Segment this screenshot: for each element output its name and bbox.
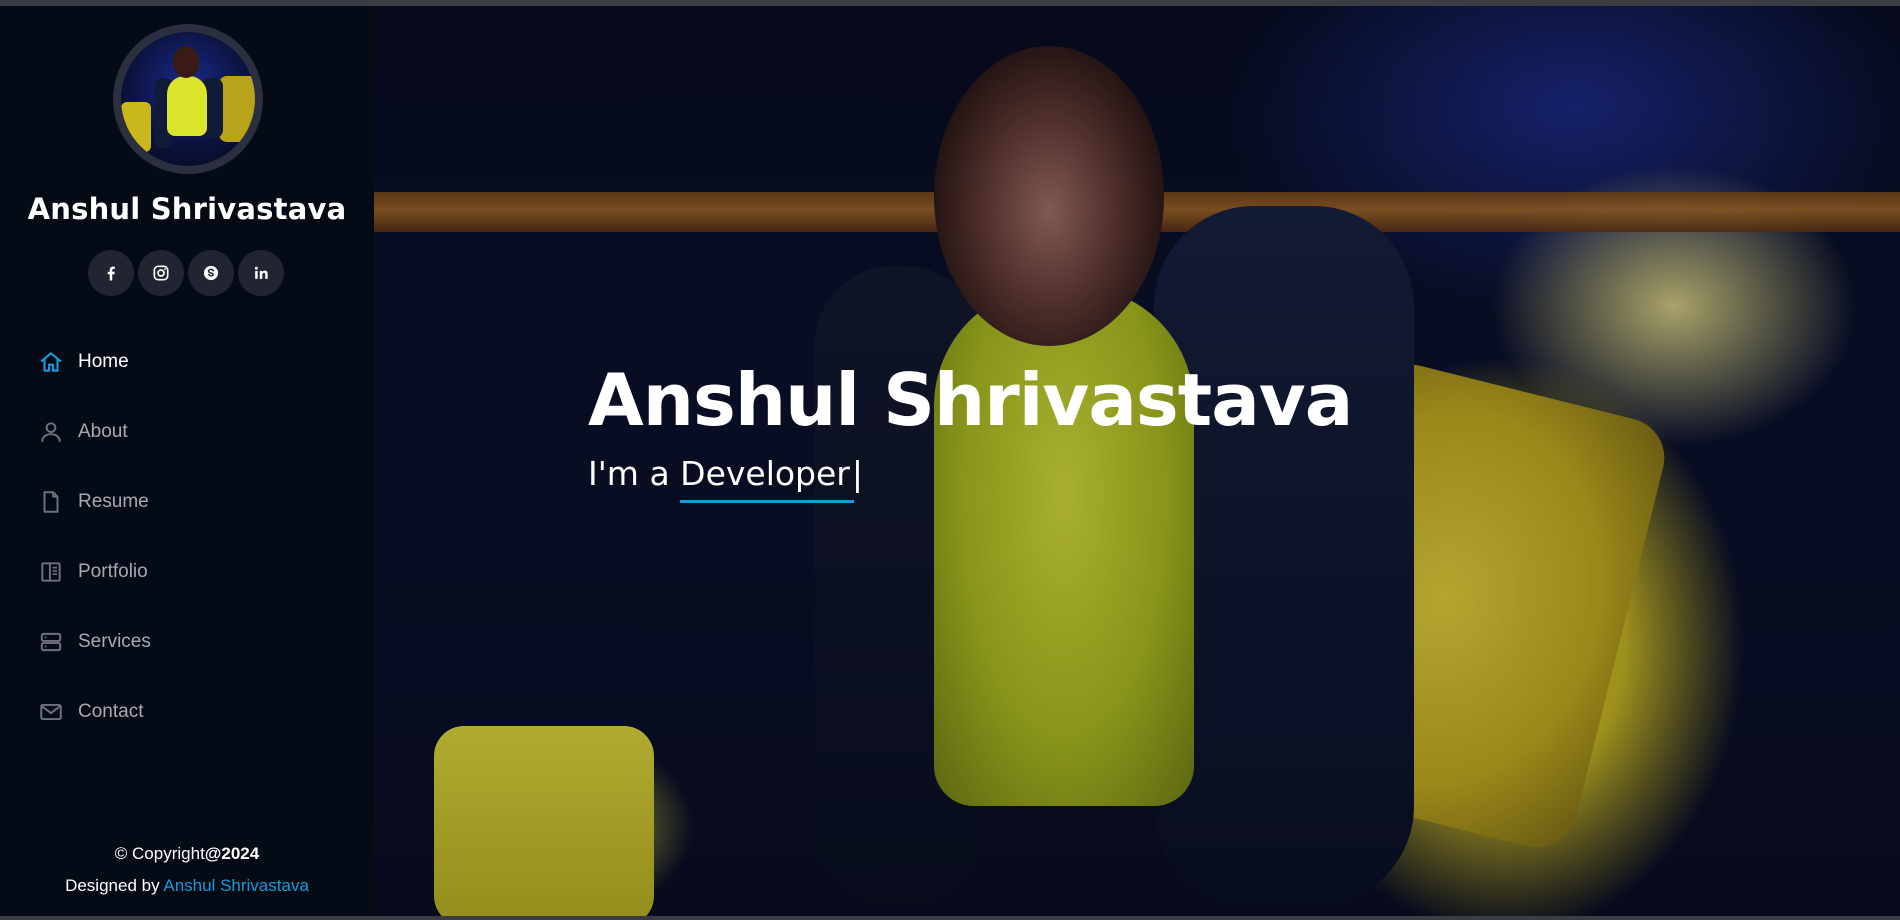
designed-by: Designed by Anshul Shrivastava [0, 876, 374, 896]
sidebar: Anshul Shrivastava Home About Resume Por… [0, 6, 374, 916]
nav-label: Home [78, 351, 129, 372]
nav-services[interactable]: Services [38, 624, 151, 660]
nav-portfolio[interactable]: Portfolio [38, 554, 148, 590]
subtitle-prefix: I'm a [588, 454, 681, 493]
designer-link[interactable]: Anshul Shrivastava [163, 876, 309, 895]
nav-label: Contact [78, 701, 144, 722]
file-icon [43, 491, 59, 513]
typing-cursor: | [851, 454, 864, 493]
typed-role: Developer [680, 454, 850, 493]
server-icon [40, 632, 62, 652]
home-icon [40, 352, 62, 372]
nav-resume[interactable]: Resume [38, 484, 149, 520]
nav-label: About [78, 421, 128, 442]
hero-section: Anshul Shrivastava I'm a Developer| [374, 6, 1900, 916]
skype-icon [203, 265, 219, 281]
copyright-prefix: © Copyright [114, 844, 205, 863]
facebook-icon [107, 266, 115, 281]
copyright-year: @2024 [204, 844, 260, 863]
instagram-link[interactable] [138, 250, 184, 296]
linkedin-icon [254, 266, 268, 279]
nav-home[interactable]: Home [38, 344, 129, 380]
hero-title: Anshul Shrivastava [588, 358, 1353, 442]
nav-label: Services [78, 631, 151, 652]
nav-about[interactable]: About [38, 414, 128, 450]
linkedin-link[interactable] [238, 250, 284, 296]
envelope-icon [40, 703, 62, 721]
person-icon [41, 422, 61, 443]
designed-prefix: Designed by [65, 876, 164, 895]
facebook-link[interactable] [88, 250, 134, 296]
book-icon [41, 562, 61, 582]
profile-avatar [113, 24, 263, 174]
nav-contact[interactable]: Contact [38, 694, 143, 730]
instagram-icon [153, 265, 169, 281]
skype-link[interactable] [188, 250, 234, 296]
browser-bottom-edge [0, 916, 1900, 920]
nav-label: Portfolio [78, 561, 148, 582]
hero-subtitle: I'm a Developer| [588, 454, 863, 493]
profile-name: Anshul Shrivastava [27, 192, 347, 226]
nav-label: Resume [78, 491, 149, 512]
copyright: © Copyright@2024 [0, 844, 374, 864]
